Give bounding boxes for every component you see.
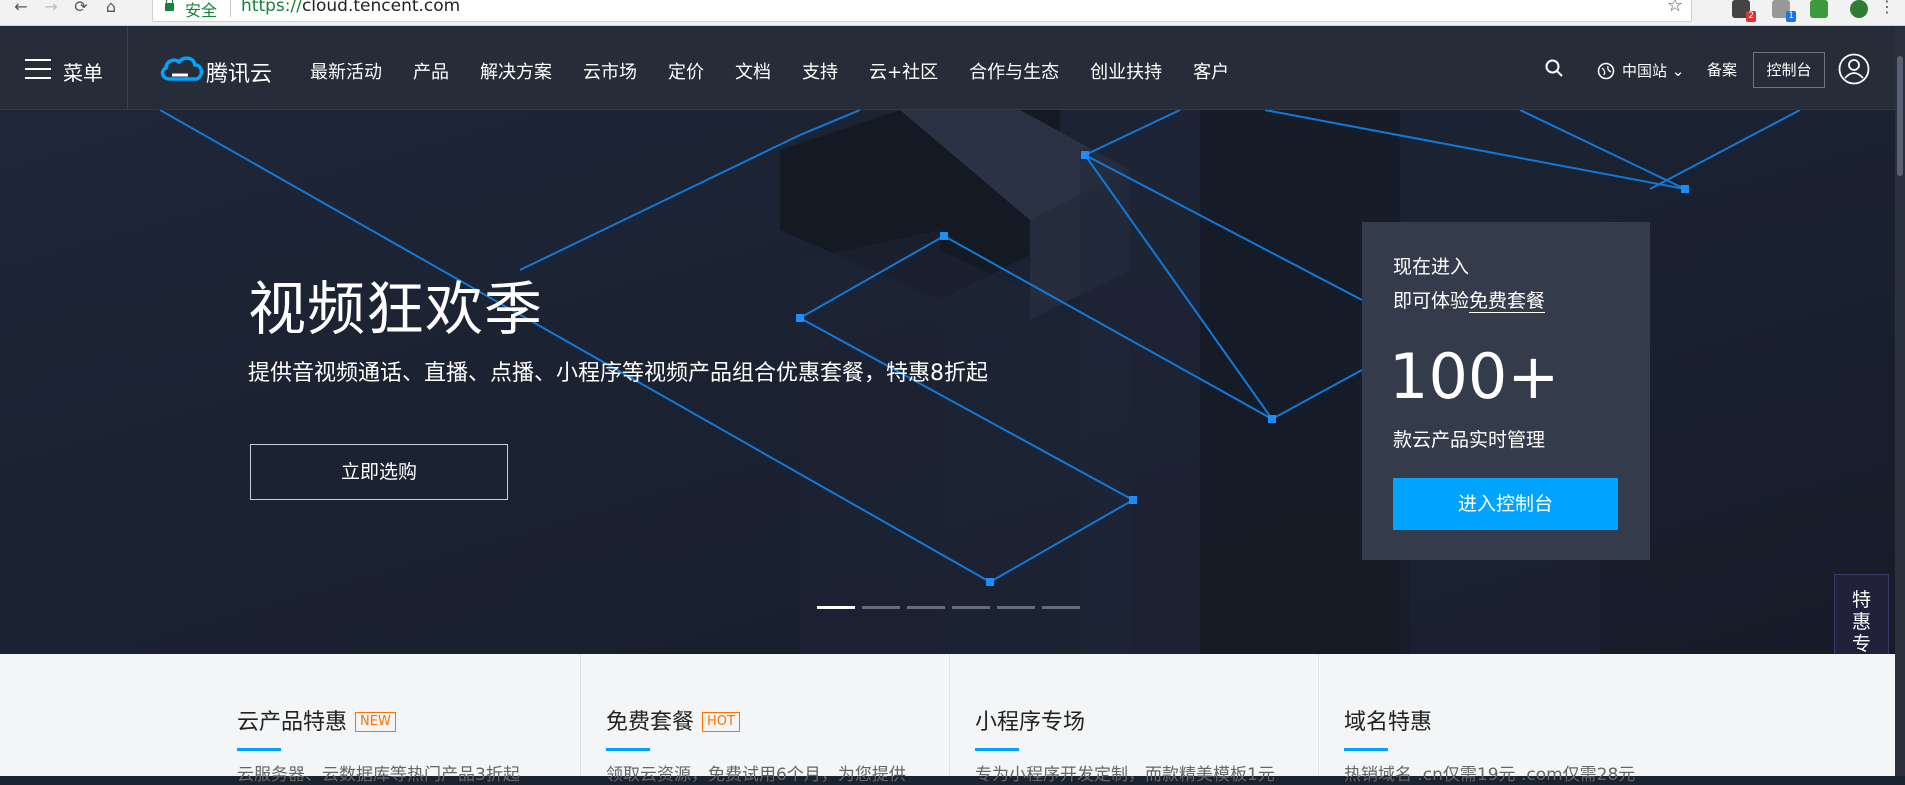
column-divider [580,654,581,776]
column-divider [1318,654,1319,776]
menu-label: 菜单 [63,61,103,85]
url-text: https://cloud.tencent.com [241,0,460,16]
free-package-link[interactable]: 免费套餐 [1469,290,1546,313]
column-description[interactable]: 领取云资源，免费试用6个月，为您提供 [606,760,906,785]
card-line-2-prefix: 即可体验 [1393,290,1470,312]
nav-item-startup[interactable]: 创业扶持 [1090,58,1162,84]
column-title[interactable]: 免费套餐 HOT [606,704,740,736]
region-selector[interactable]: 中国站 ⌄ [1622,60,1684,81]
secure-label: 安全 [185,1,218,20]
url-scheme: https:// [241,0,302,16]
globe-icon[interactable] [1597,62,1615,80]
page-scrollbar[interactable] [1895,26,1905,776]
reload-icon[interactable]: ⟳ [70,0,92,18]
column-title[interactable]: 小程序专场 [975,704,1085,736]
extension-icon[interactable]: 1 [1772,0,1796,22]
console-button[interactable]: 控制台 [1753,52,1825,88]
hot-badge: HOT [702,712,740,732]
column-title[interactable]: 云产品特惠 NEW [237,704,396,736]
forward-icon[interactable]: → [40,0,62,18]
carousel-dot[interactable] [817,606,855,609]
extension-badge: 1 [1786,11,1796,22]
carousel-dot[interactable] [862,606,900,609]
beian-link[interactable]: 备案 [1707,59,1737,80]
buy-now-button[interactable]: 立即选购 [250,444,508,500]
hero-title: 视频狂欢季 [248,275,544,343]
card-description: 款云产品实时管理 [1393,429,1546,451]
user-icon[interactable] [1838,53,1870,85]
menu-button[interactable]: 菜单 [0,26,128,110]
browser-menu-icon[interactable]: ⋮ [1876,0,1898,18]
logo-text[interactable]: 腾讯云 [206,56,272,88]
console-promo-card: 现在进入 即可体验免费套餐 100+ 款云产品实时管理 进入控制台 [1362,222,1650,560]
home-icon[interactable]: ⌂ [100,0,122,18]
hero-banner: 视频狂欢季 提供音视频通话、直播、点播、小程序等视频产品组合优惠套餐，特惠8折起… [0,110,1895,654]
carousel-dot[interactable] [1042,606,1080,609]
search-icon[interactable] [1545,59,1563,77]
nav-item-partners[interactable]: 合作与生态 [969,58,1059,84]
column-title-text: 云产品特惠 [237,710,348,735]
scrollbar-thumb[interactable] [1897,56,1903,176]
region-label: 中国站 [1622,62,1668,80]
column-underline [606,748,650,751]
nav-item-community[interactable]: 云+社区 [869,58,938,84]
main-nav: 最新活动 产品 解决方案 云市场 定价 文档 支持 云+社区 合作与生态 创业扶… [310,58,1260,84]
carousel-dot[interactable] [952,606,990,609]
column-title-text: 免费套餐 [606,710,695,735]
column-underline [975,748,1019,751]
carousel-dot[interactable] [907,606,945,609]
nav-item-customers[interactable]: 客户 [1193,58,1229,84]
column-description[interactable]: 热销域名 .cn仅需19元 .com仅需28元 [1344,760,1635,785]
column-description[interactable]: 云服务器、云数据库等热门产品3折起 [237,760,520,785]
extension-badge: 2 [1746,11,1756,22]
nav-item-products[interactable]: 产品 [413,58,449,84]
nav-item-docs[interactable]: 文档 [735,58,771,84]
address-bar[interactable]: 安全 https://cloud.tencent.com ☆ [152,0,1692,22]
card-line-2: 即可体验免费套餐 [1393,286,1546,313]
nav-item-support[interactable]: 支持 [802,58,838,84]
promo-char: 特 [1851,589,1871,611]
nav-item-activities[interactable]: 最新活动 [310,58,382,84]
extension-icon[interactable] [1810,0,1828,18]
column-underline [237,748,281,751]
carousel-dot[interactable] [997,606,1035,609]
bookmark-star-icon[interactable]: ☆ [1667,0,1683,16]
extension-icon[interactable]: 2 [1732,0,1756,22]
extension-icon[interactable] [1850,0,1868,18]
promo-char: 惠 [1851,611,1871,633]
back-icon[interactable]: ← [10,0,32,18]
enter-console-button[interactable]: 进入控制台 [1393,478,1618,530]
lock-icon [165,0,174,11]
column-title[interactable]: 域名特惠 [1344,704,1432,736]
carousel-indicators [817,606,1087,609]
card-line-1: 现在进入 [1393,256,1470,278]
column-description[interactable]: 专为小程序开发定制，而款精美模板1元 [975,760,1275,785]
hamburger-icon [25,59,51,79]
promo-char: 专 [1851,633,1871,655]
nav-item-solutions[interactable]: 解决方案 [480,58,552,84]
chevron-down-icon: ⌄ [1671,62,1685,80]
nav-item-pricing[interactable]: 定价 [668,58,704,84]
top-navigation: 菜单 腾讯云 最新活动 产品 解决方案 云市场 定价 文档 支持 云+社区 合作… [0,26,1905,110]
browser-toolbar: ← → ⟳ ⌂ 安全 https://cloud.tencent.com ☆ 2… [0,0,1905,26]
column-divider [949,654,950,776]
hero-subtitle: 提供音视频通话、直播、点播、小程序等视频产品组合优惠套餐，特惠8折起 [248,361,988,386]
tencent-cloud-logo-icon[interactable] [158,53,204,85]
nav-item-marketplace[interactable]: 云市场 [583,58,637,84]
product-count: 100+ [1389,340,1560,413]
new-badge: NEW [355,712,396,732]
column-underline [1344,748,1388,751]
url-separator [230,0,231,17]
feature-columns: 云产品特惠 NEW 云服务器、云数据库等热门产品3折起 免费套餐 HOT 领取云资源… [0,654,1895,785]
url-host: cloud.tencent.com [301,0,461,16]
